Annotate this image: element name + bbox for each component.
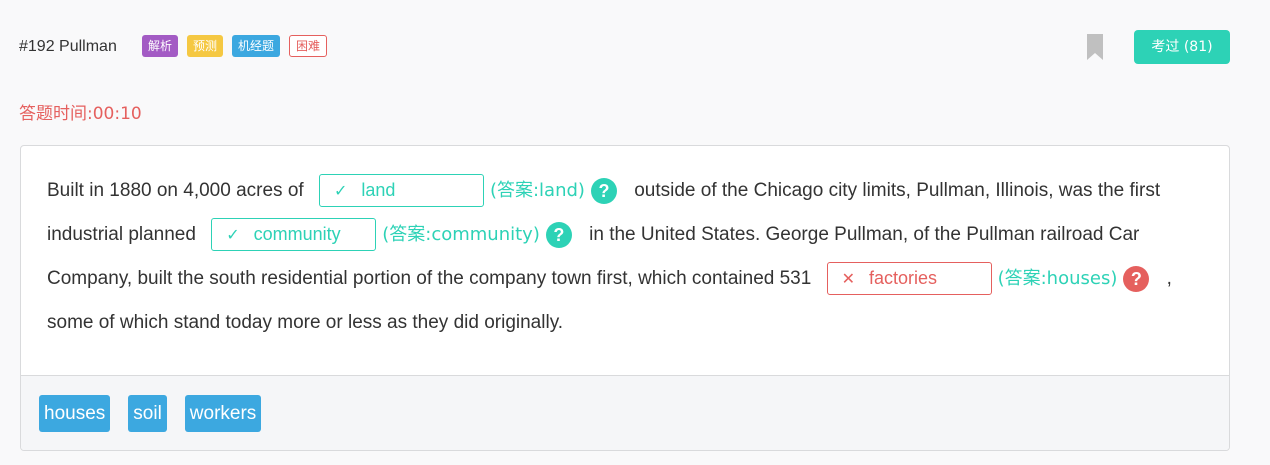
question-title: #192 Pullman <box>19 38 117 55</box>
tag-machine-exam[interactable]: 机经题 <box>232 35 281 57</box>
tag-list: 解析 预测 机经题 困难 <box>142 35 328 57</box>
tag-analysis[interactable]: 解析 <box>142 35 179 57</box>
options-panel: houses soil workers <box>21 375 1229 450</box>
check-icon: ✓ <box>226 227 240 245</box>
exam-count-button[interactable]: 考过 (81) <box>1134 30 1230 64</box>
bookmark-icon[interactable] <box>1087 34 1103 60</box>
question-header: #192 Pullman 解析 预测 机经题 困难 考过 (81) <box>19 30 1230 64</box>
blank-3[interactable]: ✕ factories <box>826 262 992 296</box>
help-icon[interactable]: ? <box>1123 265 1150 292</box>
option-chip[interactable]: houses <box>39 395 111 432</box>
answer-timer: 答题时间:00:10 <box>19 104 142 124</box>
question-card: Built in 1880 on 4,000 acres of ✓ land (答案… <box>20 145 1230 451</box>
blank-1[interactable]: ✓ land <box>318 174 484 208</box>
answer-1: (答案:land) <box>489 180 585 201</box>
tag-difficulty[interactable]: 困难 <box>289 35 328 57</box>
passage-text: Built in 1880 on 4,000 acres of ✓ land (答案… <box>47 169 1209 345</box>
blank-3-value: factories <box>869 268 938 289</box>
option-list: houses soil workers <box>39 395 262 432</box>
help-icon[interactable]: ? <box>590 177 617 204</box>
answer-3: (答案:houses) <box>997 268 1118 289</box>
cross-icon: ✕ <box>841 271 855 289</box>
option-chip[interactable]: workers <box>184 395 262 432</box>
blank-1-value: land <box>361 180 396 201</box>
blank-2-value: community <box>253 224 341 245</box>
help-icon[interactable]: ? <box>545 221 572 248</box>
blank-2[interactable]: ✓ community <box>211 218 377 252</box>
option-chip[interactable]: soil <box>128 395 167 432</box>
answer-2: (答案:community) <box>382 224 540 245</box>
passage-segment: Built in 1880 on 4,000 acres of <box>47 180 304 201</box>
check-icon: ✓ <box>333 183 348 201</box>
tag-prediction[interactable]: 预测 <box>187 35 224 57</box>
